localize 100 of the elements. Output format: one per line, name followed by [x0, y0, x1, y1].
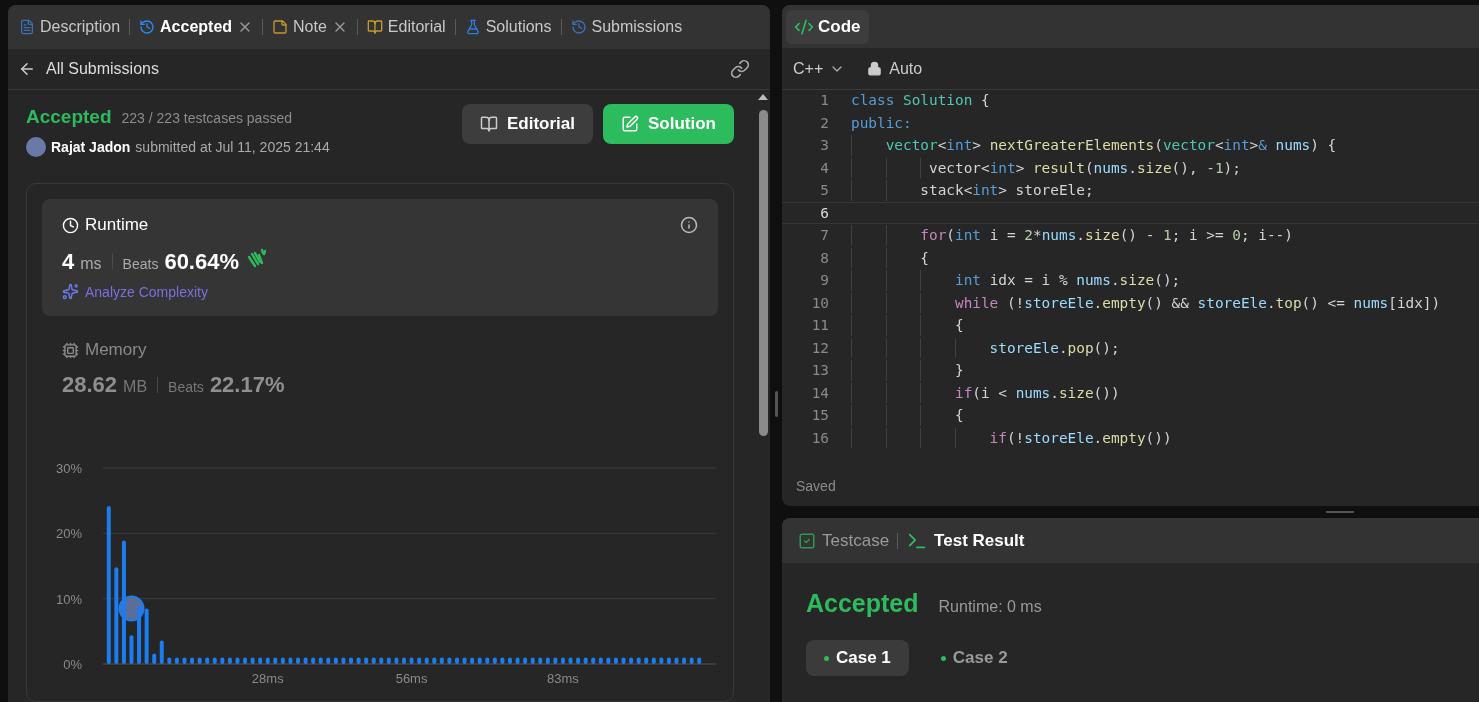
chart-bar: [258, 657, 263, 664]
code-tab[interactable]: Code: [786, 9, 869, 44]
chart-bar: [485, 657, 490, 664]
chart-bar: [243, 657, 248, 664]
line-number: 10: [810, 294, 829, 311]
clock-icon: [62, 216, 79, 234]
chart-bar: [553, 657, 558, 664]
chart-bar: [394, 657, 399, 664]
resize-handle[interactable]: [774, 390, 778, 417]
metric-card[interactable]: Runtime 4 ms Beats 60.64% Analyze Complexity: [42, 199, 718, 316]
chart-bar: [318, 657, 323, 664]
chip-icon: [62, 341, 79, 359]
chart-bar: [636, 657, 641, 664]
line-number: 9: [819, 272, 829, 289]
chart-bar: [583, 657, 588, 664]
metric-card[interactable]: Memory 28.62 MB Beats 22.17%: [42, 324, 718, 414]
line-number: 15: [810, 407, 829, 424]
chart-bar: [530, 657, 535, 664]
tab[interactable]: Testcase: [798, 530, 890, 551]
chart-bar: [432, 657, 437, 664]
tab[interactable]: Accepted: [136, 14, 257, 40]
metric-title: Memory: [85, 340, 147, 360]
back-link[interactable]: All Submissions: [18, 60, 159, 78]
line-number: 14: [810, 384, 829, 401]
chart-bar: [523, 657, 528, 664]
runtime-text: Runtime: 0 ms: [938, 598, 1042, 616]
tab[interactable]: Solutions: [461, 14, 555, 40]
info-icon[interactable]: [680, 216, 698, 234]
chart-bar: [674, 657, 679, 664]
clapping-hands-icon: [245, 247, 267, 269]
chart-bar: [470, 657, 475, 664]
chart-bar: [197, 657, 202, 664]
chart-bar: [212, 657, 217, 664]
chart-bar: [424, 657, 429, 664]
author-name[interactable]: Rajat Jadon: [51, 139, 131, 155]
line-number: 16: [810, 429, 829, 446]
chart-bar: [296, 657, 300, 664]
tab[interactable]: Submissions: [567, 14, 686, 40]
chart-bar: [621, 657, 626, 664]
tab[interactable]: Note: [269, 14, 351, 40]
code-line: public:: [851, 113, 912, 133]
result-status: Accepted: [806, 589, 919, 618]
chart-bar: [265, 657, 270, 664]
line-number: 8: [819, 249, 829, 266]
resize-handle[interactable]: [1326, 511, 1354, 513]
language-dropdown[interactable]: C++: [793, 59, 846, 78]
tab[interactable]: Test Result: [906, 529, 1025, 552]
case-tab[interactable]: Case 1: [806, 640, 909, 676]
chart-bar: [492, 657, 497, 664]
chart-bar: [311, 657, 316, 664]
chart-bar: [402, 657, 406, 664]
chart-bar: [159, 640, 164, 664]
chart-bar: [689, 657, 694, 664]
case-tab[interactable]: Case 2: [922, 640, 1026, 676]
chart-bar: [629, 657, 634, 664]
chart-bar: [205, 657, 210, 664]
editorial-button[interactable]: Editorial: [462, 104, 593, 144]
chart-bar: [386, 657, 391, 664]
line-number: 5: [819, 182, 829, 199]
chart-bar: [333, 657, 338, 664]
axis-label: 30%: [55, 461, 82, 476]
tab[interactable]: Editorial: [363, 14, 449, 40]
metric-title: Runtime: [85, 215, 149, 235]
line-number: 6: [819, 204, 829, 221]
chart-bar: [356, 657, 361, 664]
line-number: 11: [810, 317, 829, 334]
axis-label: 0%: [63, 657, 82, 672]
chart-bar: [538, 657, 543, 664]
chart-bar: [379, 657, 384, 664]
checkbox-icon: [798, 531, 816, 550]
metric-value: 28.62: [62, 372, 118, 398]
chart-bar: [644, 657, 649, 664]
line-number: 3: [819, 137, 829, 154]
avatar: [26, 137, 46, 157]
line-number: 13: [810, 362, 829, 379]
chart-bar: [682, 657, 687, 664]
chart-bar: [235, 657, 240, 664]
chart-bar: [167, 657, 172, 664]
chart-bar: [560, 657, 565, 664]
axis-label: 83ms: [547, 671, 579, 686]
edit-icon: [621, 115, 639, 133]
chart-bar: [515, 657, 520, 664]
tab[interactable]: Description: [16, 14, 124, 40]
flask-icon: [464, 19, 481, 35]
link-icon[interactable]: [730, 59, 750, 79]
chart-bar: [447, 657, 452, 664]
submitted-text: submitted at Jul 11, 2025 21:44: [135, 139, 330, 155]
history-icon: [139, 19, 156, 35]
line-number: 12: [810, 339, 829, 356]
axis-label: 10%: [55, 591, 82, 607]
chart-bar: [137, 605, 142, 664]
mode-label: Auto: [889, 59, 923, 78]
chart-bar: [371, 657, 376, 664]
beats-value: 60.64%: [164, 249, 239, 275]
chart-bar: [666, 657, 671, 664]
chart-bar: [591, 657, 596, 664]
history-icon: [570, 19, 587, 35]
book-icon: [366, 19, 383, 35]
chart-bar: [129, 635, 134, 664]
chart-bar: [341, 657, 346, 664]
